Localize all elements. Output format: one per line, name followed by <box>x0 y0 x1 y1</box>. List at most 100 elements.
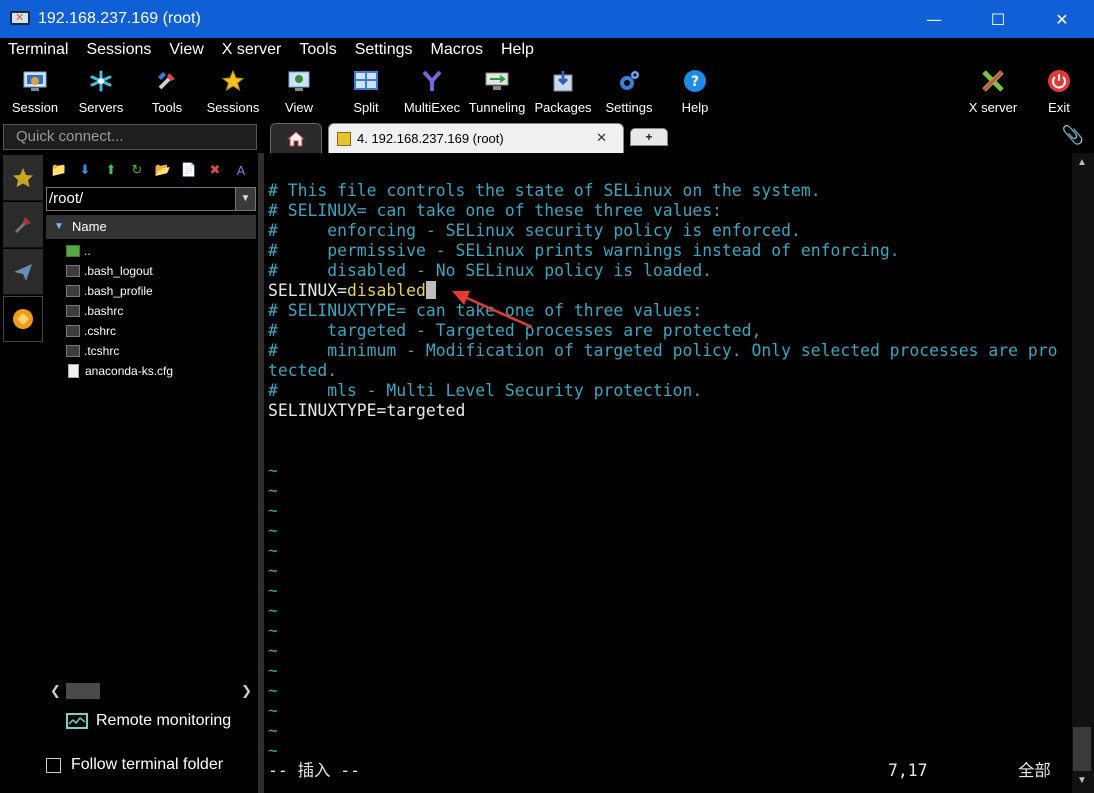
multiexec-icon <box>419 68 445 94</box>
session-button[interactable]: Session <box>0 64 70 118</box>
file-list: .. .bash_logout .bash_profile .bashrc .c… <box>66 241 256 381</box>
follow-terminal-folder-checkbox[interactable]: Follow terminal folder <box>46 756 223 774</box>
file-icon <box>66 345 80 357</box>
xserver-button[interactable]: X server <box>958 64 1028 118</box>
star-icon <box>220 68 246 94</box>
file-icon <box>66 305 80 317</box>
rename-icon[interactable]: A <box>232 161 250 179</box>
tilde-marker: ~ <box>268 501 278 520</box>
list-item[interactable]: .bash_logout <box>66 261 256 281</box>
tools-button[interactable]: Tools <box>132 64 202 118</box>
remote-monitoring-button[interactable]: Remote monitoring <box>66 712 231 730</box>
horizontal-scrollbar[interactable]: ❮ ❯ <box>50 683 254 699</box>
tilde-marker: ~ <box>268 541 278 560</box>
sessions-button[interactable]: Sessions <box>198 64 268 118</box>
new-tab-button[interactable]: + <box>630 128 668 146</box>
scrollbar-thumb[interactable] <box>66 683 100 699</box>
title-bar: ✕ 192.168.237.169 (root) — ☐ ✕ <box>0 0 1094 38</box>
tilde-marker: ~ <box>268 701 278 720</box>
view-button[interactable]: View <box>264 64 334 118</box>
paperclip-icon[interactable]: 📎 <box>1062 125 1084 146</box>
sftp-globe-icon <box>13 309 33 329</box>
file-icon <box>66 325 80 337</box>
new-folder-icon[interactable]: 📂 <box>154 161 172 179</box>
terminal-vertical-scrollbar[interactable]: ▲ ▼ <box>1072 153 1094 793</box>
menu-tools[interactable]: Tools <box>299 41 336 59</box>
split-button[interactable]: Split <box>331 64 401 118</box>
sort-arrow-icon: ▼ <box>54 221 64 232</box>
list-item[interactable]: .cshrc <box>66 321 256 341</box>
list-item[interactable]: .tcshrc <box>66 341 256 361</box>
menu-terminal[interactable]: Terminal <box>8 41 68 59</box>
list-item[interactable]: .bash_profile <box>66 281 256 301</box>
menu-macros[interactable]: Macros <box>431 41 483 59</box>
sidetab-tools[interactable] <box>3 202 43 248</box>
main-toolbar: Session Servers Tools Sessions View Spli… <box>0 62 1094 120</box>
scroll-right-icon[interactable]: ❯ <box>241 683 252 699</box>
scrollbar-thumb[interactable] <box>1073 727 1091 771</box>
tilde-marker: ~ <box>268 561 278 580</box>
menu-settings[interactable]: Settings <box>355 41 413 59</box>
red-arrow-annotation <box>452 291 533 329</box>
tilde-marker: ~ <box>268 641 278 660</box>
scroll-left-icon[interactable]: ❮ <box>50 683 61 699</box>
chevron-down-icon[interactable]: ▼ <box>235 188 255 210</box>
home-tab[interactable] <box>270 123 322 153</box>
quick-connect-input[interactable]: Quick connect... <box>3 124 257 150</box>
minimize-button[interactable]: — <box>902 0 966 38</box>
download-icon[interactable]: ⬇ <box>76 161 94 179</box>
mobaxterm-logo-icon: ✕ <box>10 10 30 28</box>
packages-icon <box>550 68 576 94</box>
menu-sessions[interactable]: Sessions <box>86 41 151 59</box>
terminal-line: SELINUXTYPE=targeted <box>268 401 466 420</box>
sidetab-sftp[interactable] <box>3 296 43 342</box>
vim-cursor-position: 7,17 <box>888 761 928 780</box>
split-icon <box>353 68 379 94</box>
setting-value: disabled <box>346 281 426 300</box>
servers-button[interactable]: Servers <box>66 64 136 118</box>
list-item[interactable]: .. <box>66 241 256 261</box>
terminal-line: # mls - Multi Level Security protection. <box>268 381 703 400</box>
menu-xserver[interactable]: X server <box>222 41 282 59</box>
parent-folder-icon[interactable]: 📁 <box>50 161 68 179</box>
monitor-chart-icon <box>66 713 88 729</box>
menu-bar: Terminal Sessions View X server Tools Se… <box>0 38 1094 62</box>
scroll-up-icon[interactable]: ▲ <box>1077 157 1087 168</box>
multiexec-button[interactable]: MultiExec <box>397 64 467 118</box>
sidetab-macros[interactable] <box>3 249 43 295</box>
name-column-header[interactable]: ▼ Name <box>46 215 256 239</box>
terminal-line: # permissive - SELinux prints warnings i… <box>268 241 900 260</box>
exit-button[interactable]: Exit <box>1024 64 1094 118</box>
terminal-area[interactable]: # This file controls the state of SELinu… <box>264 153 1072 793</box>
scroll-down-icon[interactable]: ▼ <box>1077 775 1087 786</box>
list-item[interactable]: anaconda-ks.cfg <box>66 361 256 381</box>
refresh-icon[interactable]: ↻ <box>128 161 146 179</box>
session-tab[interactable]: 4. 192.168.237.169 (root) ✕ <box>328 123 624 153</box>
packages-button[interactable]: Packages <box>528 64 598 118</box>
vim-mode-status: -- 插入 -- <box>268 761 360 780</box>
sidetab-sessions[interactable] <box>3 155 43 201</box>
path-field[interactable]: /root/ ▼ <box>46 187 256 211</box>
terminal-line: # disabled - No SELinux policy is loaded… <box>268 261 713 280</box>
tab-close-icon[interactable]: ✕ <box>596 130 607 146</box>
servers-icon <box>88 68 114 94</box>
text-cursor <box>425 281 436 299</box>
file-icon <box>66 285 80 297</box>
list-item[interactable]: .bashrc <box>66 301 256 321</box>
terminal-line: tected. <box>268 361 338 380</box>
delete-icon[interactable]: ✖ <box>206 161 224 179</box>
menu-help[interactable]: Help <box>501 41 534 59</box>
close-button[interactable]: ✕ <box>1030 0 1094 38</box>
power-icon <box>1046 68 1072 94</box>
maximize-button[interactable]: ☐ <box>966 0 1030 38</box>
new-file-icon[interactable]: 📄 <box>180 161 198 179</box>
tilde-marker: ~ <box>268 721 278 740</box>
tab-row: Quick connect... 4. 192.168.237.169 (roo… <box>0 120 1094 153</box>
help-button[interactable]: ? Help <box>660 64 730 118</box>
settings-icon <box>616 68 642 94</box>
checkbox[interactable] <box>46 757 61 773</box>
upload-icon[interactable]: ⬆ <box>102 161 120 179</box>
menu-view[interactable]: View <box>169 41 203 59</box>
settings-button[interactable]: Settings <box>594 64 664 118</box>
tunneling-button[interactable]: Tunneling <box>462 64 532 118</box>
